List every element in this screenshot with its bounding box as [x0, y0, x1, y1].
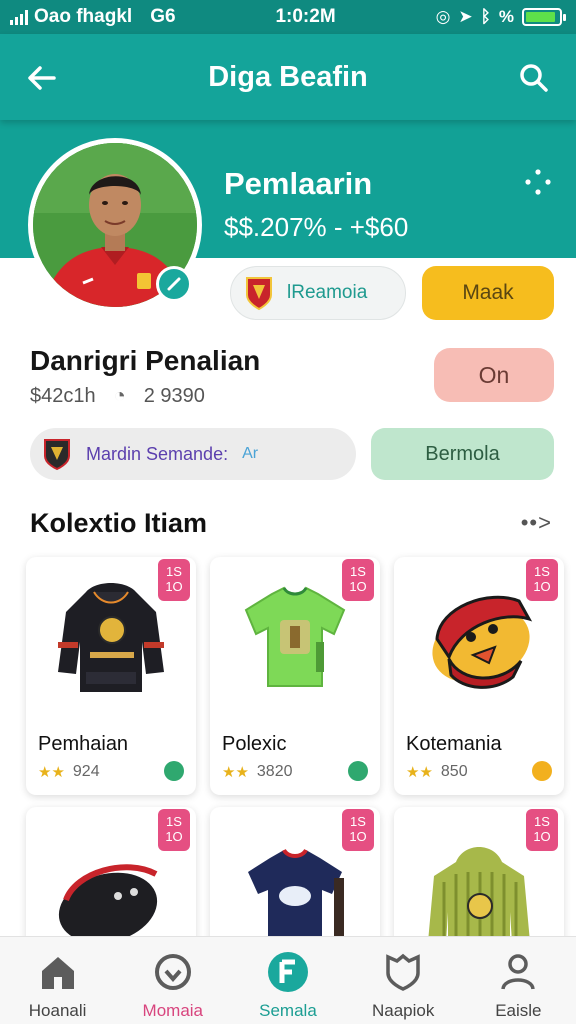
bluetooth-icon: ᛒ [480, 7, 491, 26]
card-title: Pemhaian [38, 733, 129, 755]
team-chip-label: lReamoia [287, 282, 368, 303]
nav-item-eaisle[interactable]: Eaisle [461, 937, 576, 1024]
profile-name: Pemlaarin [224, 166, 373, 201]
status-time: 1:0:2M [275, 6, 336, 27]
coin-icon [532, 761, 552, 781]
rating-stars-icon: ★★ [406, 764, 433, 781]
collection-more-button[interactable]: ••> [521, 510, 552, 536]
signal-icon [10, 9, 28, 25]
arrow-left-icon [28, 66, 56, 90]
user-chip-label: Mardin Semande: [86, 443, 229, 464]
nav-label: Eaisle [495, 1001, 542, 1020]
nav-label: Naapiok [371, 1001, 435, 1020]
user-chip-suffix: Ar [242, 445, 259, 462]
location-icon: ➤ [458, 7, 473, 26]
more-options-button[interactable] [522, 166, 554, 198]
search-icon [520, 64, 548, 92]
nav-item-home[interactable]: Hoanali [0, 937, 115, 1024]
page-title: Diga Beafin [208, 60, 368, 93]
battery-level [526, 12, 555, 22]
search-button[interactable] [512, 56, 556, 100]
card-title: Polexic [222, 733, 287, 755]
rating-stars-icon: ★★ [38, 764, 65, 781]
nav-label: Hoanali [28, 1001, 87, 1020]
collection-card[interactable]: 1S 1O Kotemania ★★ 850 [394, 557, 564, 795]
f-icon [267, 951, 309, 993]
collection-card[interactable]: 1S 1O Polexic ★★ 3820 [210, 557, 380, 795]
card-meta: ★★ 850 [406, 763, 468, 781]
collection-card[interactable]: 1S 1O Pemhaian ★★ 924 [26, 557, 196, 795]
card-meta: ★★ 3820 [222, 763, 293, 781]
coin-icon [164, 761, 184, 781]
card-badge: 1S 1O [342, 559, 374, 601]
status-bar: Oao fhagkl G6 1:0:2M ◎ ➤ ᛒ % [0, 0, 576, 34]
nav-label: Semala [259, 1001, 317, 1020]
card-meta: ★★ 924 [38, 763, 100, 781]
on-button[interactable]: On [434, 348, 554, 402]
player-name: Danrigri Penalian [30, 345, 261, 376]
user-chip[interactable]: Mardin Semande: Ar [30, 428, 356, 480]
status-right: ◎ ➤ ᛒ % [435, 7, 566, 27]
stat-value-2: 2 9390 [143, 385, 205, 407]
card-count: 3820 [256, 763, 293, 780]
card-count: 850 [440, 763, 468, 780]
rating-stars-icon: ★★ [222, 764, 249, 781]
shield-icon [382, 951, 424, 993]
card-count: 924 [72, 763, 100, 780]
nav-item-naapiok[interactable]: Naapiok [346, 937, 461, 1024]
card-badge: 1S 1O [158, 809, 190, 851]
battery-icon [522, 8, 566, 26]
player-stats: $42c1h ◔ 2 9390 [30, 385, 205, 408]
bottom-nav: Hoanali Momaia Semala Naapiok Eaisle [0, 936, 576, 1024]
ball-icon [152, 951, 194, 993]
edit-avatar-button[interactable] [156, 266, 192, 302]
collection-title: Kolextio Itiam [30, 508, 208, 538]
alarm-icon: ◎ [435, 7, 451, 26]
bell-icon: ◔ [113, 385, 126, 407]
nav-label: Momaia [142, 1001, 204, 1020]
profile-price: $$.207% - +$60 [224, 212, 409, 242]
bermola-button[interactable]: Bermola [371, 428, 554, 480]
team-crest-icon [246, 277, 272, 311]
profile-icon [497, 951, 539, 993]
more-dots-icon [525, 169, 551, 195]
back-button[interactable] [20, 56, 64, 100]
nav-item-semala[interactable]: Semala [230, 937, 345, 1024]
battery-percent: % [498, 7, 514, 26]
team-chip[interactable]: lReamoia [230, 266, 406, 320]
card-title: Kotemania [406, 733, 502, 755]
pencil-icon [167, 277, 181, 291]
app-bar: Diga Beafin [0, 34, 576, 120]
mark-button[interactable]: Maak [422, 266, 554, 320]
carrier-name: Oao fhagkl [34, 6, 133, 27]
card-badge: 1S 1O [526, 809, 558, 851]
team-crest-icon [44, 439, 70, 471]
status-left: Oao fhagkl G6 [10, 6, 176, 28]
card-badge: 1S 1O [526, 559, 558, 601]
home-icon [37, 951, 79, 993]
card-badge: 1S 1O [158, 559, 190, 601]
network-type: G6 [150, 6, 176, 27]
coin-icon [348, 761, 368, 781]
stat-value-1: $42c1h [30, 385, 96, 407]
nav-item-momaia[interactable]: Momaia [115, 937, 230, 1024]
card-badge: 1S 1O [342, 809, 374, 851]
